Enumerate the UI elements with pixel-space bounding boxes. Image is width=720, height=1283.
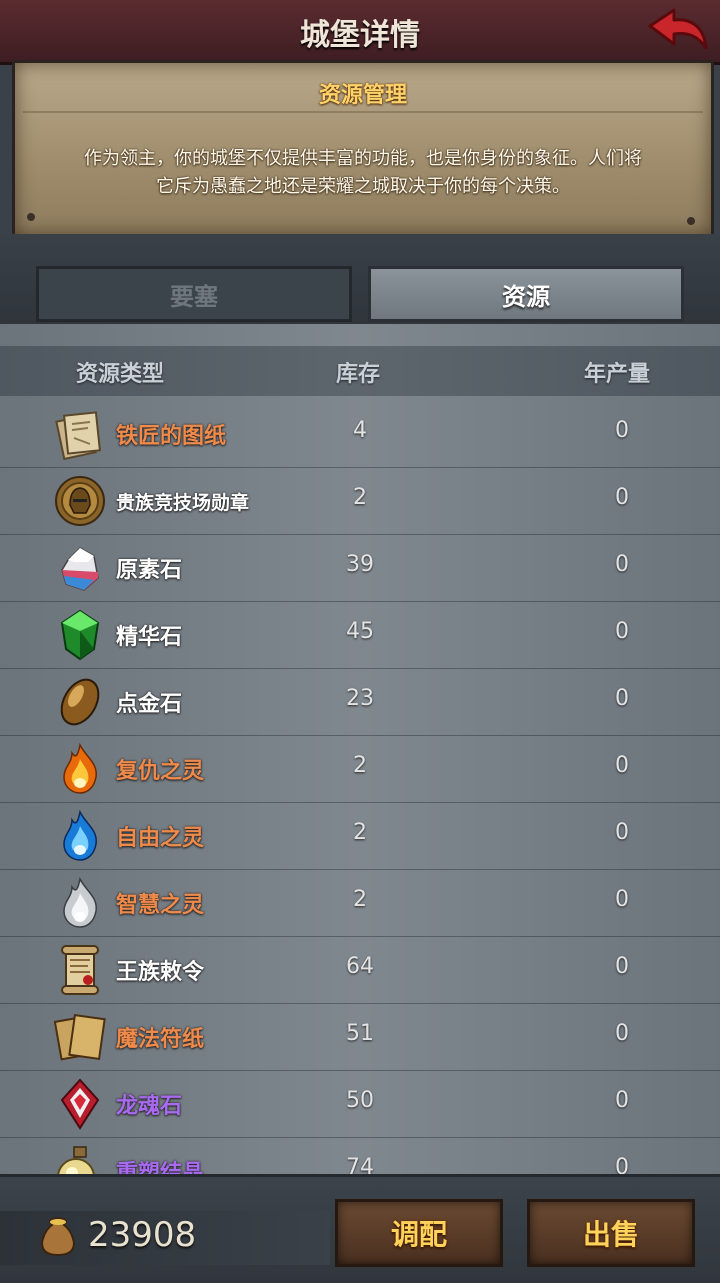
resource-table[interactable]: 资源类型 库存 年产量 铁匠的图纸 4 0 贵族竞技场勋章 2 0 原素石 39…: [0, 324, 720, 1174]
arena-medal-icon: [55, 476, 105, 526]
page-title: 城堡详情: [300, 18, 420, 53]
table-header: 资源类型 库存 年产量: [0, 346, 720, 396]
resource-yearly: 0: [615, 552, 629, 577]
resource-stock: 2: [353, 485, 367, 510]
resource-name: 重塑结晶: [116, 1161, 205, 1174]
intro-line-1: 作为领主，你的城堡不仅提供丰富的功能，也是你身份的象征。人们将: [84, 148, 642, 169]
footer-bar: 23908 调配 出售: [0, 1174, 720, 1283]
resource-name: 精华石: [116, 625, 183, 650]
resource-name: 铁匠的图纸: [116, 424, 227, 449]
resource-name: 魔法符纸: [116, 1027, 205, 1052]
allocate-button[interactable]: 调配: [335, 1199, 503, 1267]
resource-stock: 4: [353, 418, 367, 443]
table-row[interactable]: 王族敕令 64 0: [0, 936, 720, 1004]
table-row[interactable]: 精华石 45 0: [0, 601, 720, 669]
gold-amount: 23908: [88, 1215, 197, 1255]
resource-stock: 23: [346, 686, 374, 711]
gold-bag-icon: [40, 1217, 76, 1257]
resource-yearly: 0: [615, 1021, 629, 1046]
tab-resources[interactable]: 资源: [368, 266, 684, 322]
resource-yearly: 0: [615, 1155, 629, 1174]
rivet: [27, 213, 35, 221]
resource-stock: 74: [346, 1155, 374, 1174]
resource-stock: 45: [346, 619, 374, 644]
table-row[interactable]: 复仇之灵 2 0: [0, 735, 720, 803]
back-button[interactable]: [646, 4, 710, 58]
table-row[interactable]: 智慧之灵 2 0: [0, 869, 720, 937]
intro-line-2: 它斥为愚蠢之地还是荣耀之城取决于你的每个决策。: [156, 176, 570, 197]
resource-name: 龙魂石: [116, 1094, 183, 1119]
resource-stock: 2: [353, 820, 367, 845]
resource-stock: 2: [353, 753, 367, 778]
resource-yearly: 0: [615, 686, 629, 711]
resource-stock: 51: [346, 1021, 374, 1046]
resource-yearly: 0: [615, 619, 629, 644]
table-row[interactable]: 重塑结晶 74 0: [0, 1137, 720, 1174]
intro-text: 作为领主，你的城堡不仅提供丰富的功能，也是你身份的象征。人们将 它斥为愚蠢之地还…: [45, 145, 681, 201]
resource-name: 原素石: [116, 558, 183, 583]
resource-stock: 50: [346, 1088, 374, 1113]
table-row[interactable]: 原素石 39 0: [0, 534, 720, 602]
royal-decree-icon: [61, 945, 99, 995]
sell-button[interactable]: 出售: [527, 1199, 695, 1267]
table-row[interactable]: 贵族竞技场勋章 2 0: [0, 467, 720, 535]
intro-divider: [23, 111, 703, 113]
header-stock[interactable]: 库存: [336, 356, 380, 388]
intro-panel: 资源管理 作为领主，你的城堡不仅提供丰富的功能，也是你身份的象征。人们将 它斥为…: [12, 60, 714, 238]
resource-stock: 64: [346, 954, 374, 979]
header-resource-type[interactable]: 资源类型: [76, 356, 164, 388]
resource-yearly: 0: [615, 887, 629, 912]
element-stone-icon: [61, 547, 99, 591]
resource-yearly: 0: [615, 820, 629, 845]
resource-stock: 2: [353, 887, 367, 912]
table-row[interactable]: 魔法符纸 51 0: [0, 1003, 720, 1071]
resource-name: 贵族竞技场勋章: [116, 492, 250, 514]
reforge-crystal-icon: [57, 1146, 95, 1174]
resource-yearly: 0: [615, 954, 629, 979]
intro-title: 资源管理: [318, 83, 407, 108]
resource-name: 点金石: [116, 692, 183, 717]
magic-talisman-icon: [54, 1013, 106, 1061]
header-bar: 城堡详情: [0, 0, 720, 65]
table-row[interactable]: 自由之灵 2 0: [0, 802, 720, 870]
essence-stone-icon: [60, 609, 100, 661]
freedom-spirit-icon: [63, 810, 97, 861]
vengeance-spirit-icon: [63, 743, 97, 794]
resource-yearly: 0: [615, 418, 629, 443]
gold-stone-icon: [60, 678, 100, 726]
table-row[interactable]: 点金石 23 0: [0, 668, 720, 736]
tab-fortress[interactable]: 要塞: [36, 266, 352, 322]
rivet: [687, 217, 695, 225]
resource-stock: 39: [346, 552, 374, 577]
resource-name: 智慧之灵: [116, 893, 205, 918]
header-yearly-output[interactable]: 年产量: [584, 356, 650, 388]
resource-yearly: 0: [615, 1088, 629, 1113]
resource-name: 复仇之灵: [116, 759, 205, 784]
resource-name: 自由之灵: [116, 826, 205, 851]
table-row[interactable]: 龙魂石 50 0: [0, 1070, 720, 1138]
dragon-soul-stone-icon: [60, 1078, 100, 1130]
resource-yearly: 0: [615, 485, 629, 510]
wisdom-spirit-icon: [63, 877, 97, 928]
blueprint-icon: [55, 411, 101, 460]
resource-yearly: 0: [615, 753, 629, 778]
resource-name: 王族敕令: [116, 960, 205, 985]
table-row[interactable]: 铁匠的图纸 4 0: [0, 400, 720, 468]
back-arrow-icon: [648, 8, 708, 50]
